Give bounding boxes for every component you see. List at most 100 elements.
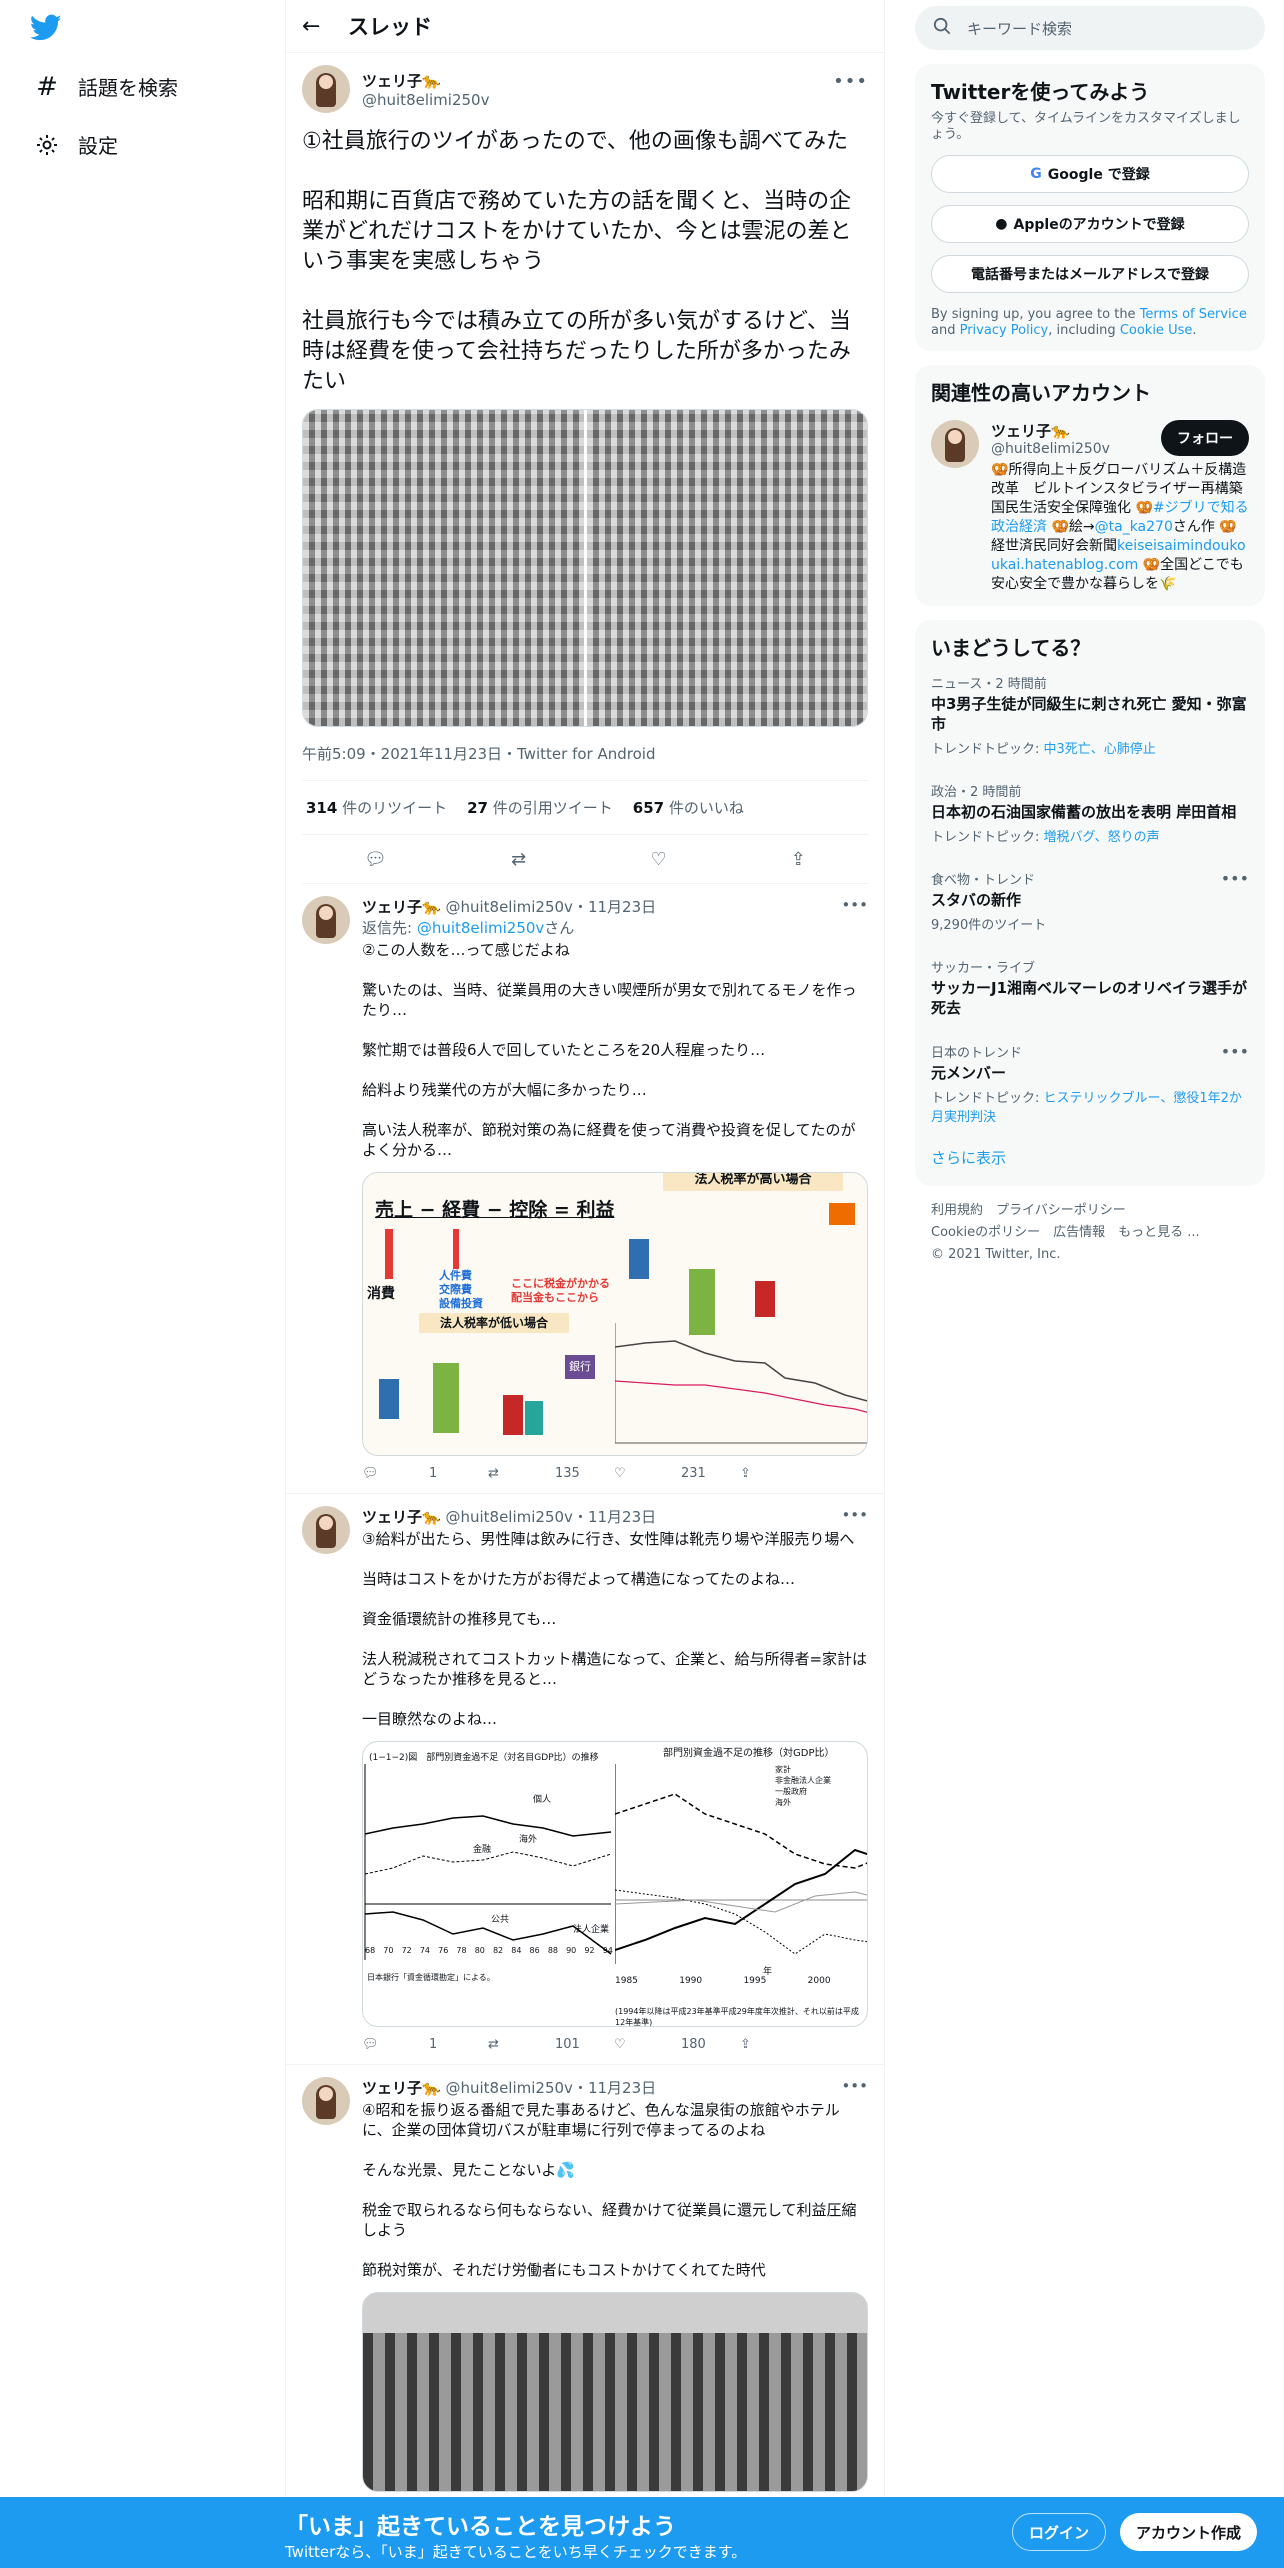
- avatar[interactable]: [302, 1506, 350, 1554]
- reply-to-label: 返信先:: [362, 919, 417, 937]
- quote-count-link[interactable]: 27 件の引用ツイート: [467, 797, 613, 818]
- trend-topic: トレンドトピック: 中3死亡、心肺停止: [931, 738, 1249, 757]
- reply-to-handle[interactable]: @huit8elimi250v: [417, 919, 544, 937]
- more-icon[interactable]: •••: [833, 71, 868, 92]
- footer-links[interactable]: Cookieのポリシー 広告情報 もっと見る ...: [931, 1222, 1249, 1244]
- signup-button[interactable]: アカウント作成: [1120, 2513, 1258, 2551]
- retweet-count-link[interactable]: 314 件のリツイート: [306, 797, 447, 818]
- show-more-link[interactable]: さらに表示: [931, 1137, 1249, 1174]
- share-button[interactable]: ⇪: [740, 1466, 866, 1481]
- reply-tweet-2[interactable]: ツェリ子🐆 @huit8elimi250v・11月23日 ••• 返信先: @h…: [286, 884, 884, 1494]
- chart-right-note: (1994年以降は平成23年基準平成29年度年次推計、それ以前は平成12年基準): [615, 2007, 859, 2027]
- more-icon[interactable]: •••: [1221, 869, 1249, 888]
- trend-topic-link[interactable]: 増税バグ、怒りの声: [1044, 830, 1160, 845]
- retweet-button[interactable]: ⇄ 101: [488, 2037, 614, 2052]
- related-account-name[interactable]: ツェリ子🐆: [991, 420, 1110, 441]
- avatar[interactable]: [302, 65, 350, 113]
- footer-links[interactable]: 利用規約 プライバシーポリシー: [931, 1200, 1249, 1222]
- search-input[interactable]: キーワード検索: [915, 6, 1265, 50]
- thread-header: ← スレッド: [286, 0, 884, 53]
- trend-item[interactable]: 食べ物・トレンド スタバの新作 9,290件のツイート •••: [931, 857, 1249, 945]
- reply-author-name[interactable]: ツェリ子🐆: [362, 2079, 441, 2097]
- diagram-line-chart: [615, 1323, 867, 1444]
- more-icon[interactable]: •••: [841, 896, 868, 914]
- legend-item: 一般政府: [775, 1787, 807, 1796]
- like-count-link[interactable]: 657 件のいいね: [633, 797, 744, 818]
- author-handle[interactable]: @huit8elimi250v: [362, 91, 489, 109]
- trend-item[interactable]: 日本のトレンド 元メンバー トレンドトピック: ヒステリックブルー、懲役1年2か…: [931, 1030, 1249, 1137]
- phone-signup-label: 電話番号またはメールアドレスで登録: [971, 267, 1209, 283]
- retweet-button[interactable]: ⇄ 135: [488, 1466, 614, 1481]
- reply-button[interactable]: 💬︎ 1: [362, 2037, 488, 2052]
- photo-banquet-2[interactable]: [583, 410, 867, 726]
- reply-author-name[interactable]: ツェリ子🐆: [362, 1508, 441, 1526]
- trend-topic-link[interactable]: 中3死亡、心肺停止: [1044, 742, 1156, 757]
- apple-signup-button[interactable]: ● Appleのアカウントで登録: [931, 205, 1249, 243]
- avatar[interactable]: [302, 2077, 350, 2125]
- author-name[interactable]: ツェリ子🐆: [362, 70, 489, 91]
- diagram-formula: 売上 − 経費 − 控除 = 利益: [375, 1199, 615, 1221]
- like-button[interactable]: ♡ 180: [614, 2037, 740, 2052]
- search-placeholder: キーワード検索: [967, 19, 1073, 38]
- series-label-household: 個人: [533, 1795, 552, 1805]
- series-label-overseas: 海外: [519, 1835, 538, 1845]
- google-signup-button[interactable]: G Google で登録: [931, 155, 1249, 193]
- reply-date[interactable]: ・11月23日: [573, 2079, 656, 2097]
- quote-count-label: 件の引用ツイート: [492, 799, 613, 817]
- back-arrow-icon[interactable]: ←: [302, 14, 332, 39]
- twitter-logo-icon[interactable]: [29, 14, 66, 44]
- chart-left-title: (1−1−2)図 部門別資金過不足（対名目GDP比）の推移: [369, 1753, 599, 1763]
- share-button[interactable]: ⇪: [740, 2037, 866, 2052]
- more-icon[interactable]: •••: [1221, 1042, 1249, 1061]
- retweet-icon: ⇄: [488, 2037, 499, 2052]
- phone-signup-button[interactable]: 電話番号またはメールアドレスで登録: [931, 255, 1249, 293]
- like-button[interactable]: ♡ 231: [614, 1466, 740, 1481]
- related-account-handle[interactable]: @huit8elimi250v: [991, 441, 1110, 457]
- bio-mention-link[interactable]: @ta_ka270: [1095, 519, 1173, 535]
- app-root: # 話題を検索 設定 ← スレッド ツェリ子🐆 @huit8elimi250v: [0, 0, 1284, 2568]
- follow-button[interactable]: フォロー: [1161, 420, 1249, 456]
- trend-item[interactable]: サッカー・ライブ サッカーJ1湘南ベルマーレのオリベイラ選手が死去: [931, 945, 1249, 1030]
- related-accounts-card: 関連性の高いアカウント ツェリ子🐆 @huit8elimi250v フォロー 🥨…: [915, 365, 1265, 606]
- apple-signup-label: Appleのアカウントで登録: [1013, 217, 1185, 233]
- reply-actions: 💬︎ 1 ⇄ 101 ♡ 180 ⇪: [362, 2037, 868, 2052]
- share-icon[interactable]: ⇪: [791, 849, 806, 870]
- nav-explore[interactable]: # 話題を検索: [34, 72, 178, 102]
- reply-actions: 💬︎ 1 ⇄ 135 ♡ 231 ⇪: [362, 1466, 868, 1481]
- reply-button[interactable]: 💬︎ 1: [362, 1466, 488, 1481]
- cookie-link[interactable]: Cookie Use: [1120, 323, 1193, 338]
- reply-author-handle[interactable]: @huit8elimi250v: [445, 1508, 572, 1526]
- retweet-icon[interactable]: ⇄: [511, 849, 526, 870]
- login-button[interactable]: ログイン: [1012, 2513, 1107, 2551]
- more-icon[interactable]: •••: [841, 2077, 868, 2095]
- reply-tweet-4[interactable]: ツェリ子🐆 @huit8elimi250v・11月23日 ••• ④昭和を振り返…: [286, 2065, 884, 2504]
- photo-banquet-1[interactable]: [303, 410, 584, 726]
- like-icon[interactable]: ♡: [650, 849, 666, 870]
- privacy-link[interactable]: Privacy Policy: [960, 323, 1049, 338]
- trend-item[interactable]: ニュース・2 時間前 中3男子生徒が同級生に刺され死亡 愛知・弥富市 トレンドト…: [931, 661, 1249, 769]
- flow-of-funds-chart-image[interactable]: (1−1−2)図 部門別資金過不足（対名目GDP比）の推移 部門別資金過不足の推…: [362, 1741, 868, 2027]
- reply-author-handle[interactable]: @huit8elimi250v: [445, 898, 572, 916]
- reply-icon[interactable]: 💬︎: [364, 849, 387, 870]
- related-account[interactable]: ツェリ子🐆 @huit8elimi250v フォロー 🥨所得向上＋反グローバリズ…: [931, 420, 1249, 594]
- reply-tweet-3[interactable]: ツェリ子🐆 @huit8elimi250v・11月23日 ••• ③給料が出たら…: [286, 1494, 884, 2065]
- reply-author-handle[interactable]: @huit8elimi250v: [445, 2079, 572, 2097]
- xtick: 78: [456, 1946, 467, 1955]
- avatar[interactable]: [302, 896, 350, 944]
- page-title: スレッド: [348, 15, 432, 39]
- terms-link[interactable]: Terms of Service: [1140, 307, 1247, 322]
- tax-diagram-image[interactable]: 法人税率が高い場合 売上 − 経費 − 控除 = 利益 人件費 交際費 設備投資…: [362, 1172, 868, 1456]
- reply-date[interactable]: ・11月23日: [573, 898, 656, 916]
- trend-name: スタバの新作: [931, 891, 1022, 909]
- more-icon[interactable]: •••: [841, 1506, 868, 1524]
- reply-icon: 💬︎: [362, 2037, 379, 2052]
- reply-date[interactable]: ・11月23日: [573, 1508, 656, 1526]
- tweet-timestamp[interactable]: 午前5:09・2021年11月23日・Twitter for Android: [302, 743, 868, 781]
- reply-author-name[interactable]: ツェリ子🐆: [362, 898, 441, 916]
- photo-banquet-hall[interactable]: [362, 2292, 868, 2492]
- avatar[interactable]: [931, 420, 979, 468]
- trend-item[interactable]: 政治・2 時間前 日本初の石油国家備蓄の放出を表明 岸田首相 トレンドトピック:…: [931, 769, 1249, 857]
- xtick: 72: [401, 1946, 412, 1955]
- tweet-media[interactable]: [302, 409, 868, 727]
- nav-settings[interactable]: 設定: [34, 130, 118, 159]
